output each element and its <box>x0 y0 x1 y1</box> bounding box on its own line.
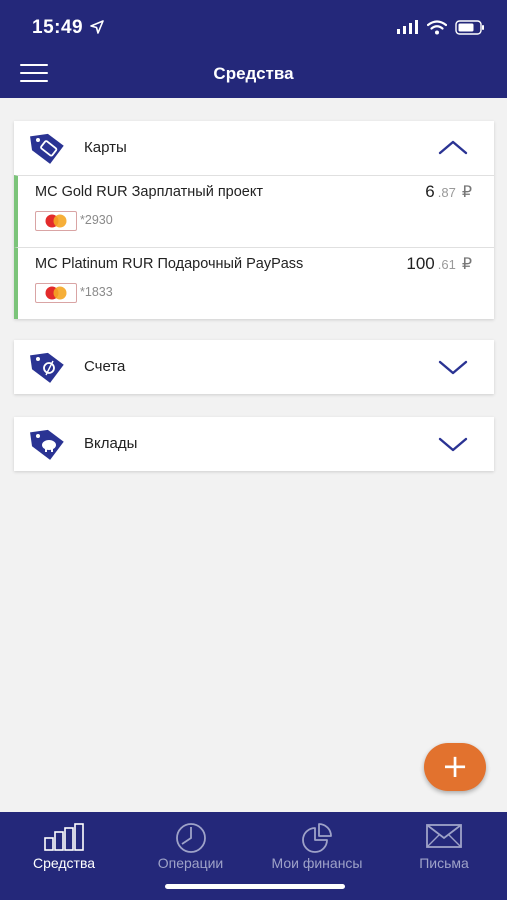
card-tag-icon <box>30 133 64 164</box>
page-title: Средства <box>213 64 294 83</box>
card-number: *1833 <box>80 285 113 299</box>
tab-label: Мои финансы <box>271 855 363 871</box>
section-deposits-header[interactable]: Вклады <box>14 417 494 471</box>
tab-letters[interactable]: Письма <box>400 818 488 878</box>
status-icons <box>397 19 485 35</box>
tab-label: Операции <box>157 855 224 871</box>
card-balance: 100.61 ₽ <box>406 254 472 274</box>
wifi-icon <box>427 19 447 34</box>
bottom-tab-bar: Средства Операции Мои финансы Письма <box>0 812 507 900</box>
currency-sign: ₽ <box>461 256 472 273</box>
tab-funds[interactable]: Средства <box>18 818 110 878</box>
add-button[interactable]: + <box>424 743 486 791</box>
signal-icon <box>397 20 418 34</box>
section-accounts-header[interactable]: Счета <box>14 340 494 394</box>
battery-icon <box>455 19 484 35</box>
chevron-down-icon[interactable] <box>438 434 468 454</box>
pie-chart-icon <box>302 823 332 853</box>
balance-main: 6 <box>425 182 435 201</box>
section-label: Карты <box>84 139 127 156</box>
card-name: MC Gold RUR Зарплатный проект <box>35 184 264 200</box>
tab-label: Письма <box>419 855 469 871</box>
tab-my-finances[interactable]: Мои финансы <box>258 818 376 878</box>
piggy-bank-tag-icon <box>30 429 64 460</box>
card-number: *2930 <box>80 213 113 227</box>
mastercard-logo-icon <box>35 283 77 303</box>
status-time: 15:49 <box>32 17 84 38</box>
section-label: Вклады <box>84 435 138 452</box>
currency-sign: ₽ <box>461 184 472 201</box>
section-deposits: Вклады <box>14 417 494 471</box>
balance-cents: .87 <box>437 185 456 200</box>
balance-cents: .61 <box>437 257 456 272</box>
home-indicator <box>165 884 345 889</box>
card-row[interactable]: MC Gold RUR Зарплатный проект 6.87 ₽ *293… <box>14 175 494 247</box>
section-cards-header[interactable]: Карты <box>14 121 494 175</box>
plus-icon: + <box>441 747 469 785</box>
location-arrow-icon <box>90 20 104 34</box>
top-bar: 15:49 Средства <box>0 0 507 98</box>
card-name: MC Platinum RUR Подарочный PayPass <box>35 256 304 272</box>
tab-label: Средства <box>32 855 96 871</box>
card-balance: 6.87 ₽ <box>425 182 472 202</box>
account-tag-icon <box>30 352 64 383</box>
mastercard-logo-icon <box>35 211 77 231</box>
section-cards: Карты MC Gold RUR Зарплатный проект 6.87… <box>14 121 494 319</box>
tab-operations[interactable]: Операции <box>143 818 238 878</box>
chevron-down-icon[interactable] <box>438 357 468 377</box>
section-label: Счета <box>84 358 126 375</box>
balance-main: 100 <box>406 254 435 273</box>
card-row[interactable]: MC Platinum RUR Подарочный PayPass 100.6… <box>14 247 494 319</box>
bar-chart-icon <box>44 823 84 851</box>
section-accounts: Счета <box>14 340 494 394</box>
chevron-up-icon[interactable] <box>438 138 468 158</box>
envelope-icon <box>426 824 462 848</box>
clock-icon <box>175 823 206 853</box>
